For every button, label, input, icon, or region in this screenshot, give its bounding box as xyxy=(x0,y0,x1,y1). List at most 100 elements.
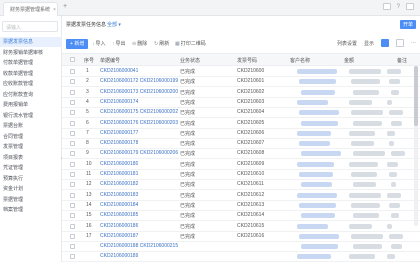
window-icon[interactable] xyxy=(406,3,414,10)
sidebar-item[interactable]: 预算执行 xyxy=(0,174,62,184)
row-code-link[interactable]: CKD2106000178 xyxy=(100,140,138,146)
row-code-link[interactable]: CKD2106000175 CKD2106000202 xyxy=(100,109,178,115)
row-code-link[interactable]: CKD2106000173 CKD2106000200 xyxy=(100,89,178,95)
export-button[interactable]: ↑导出 xyxy=(112,39,126,49)
row-checkbox[interactable] xyxy=(70,69,75,74)
table-row[interactable]: 1 CKD2106000041 已完成 CKD210600 xyxy=(62,67,420,77)
sidebar-item[interactable]: 银行流水管理 xyxy=(0,111,62,121)
row-checkbox[interactable] xyxy=(70,120,75,126)
column-header-code[interactable]: 单据编号 xyxy=(100,57,120,64)
sidebar-search-input[interactable]: 请输入 xyxy=(2,21,58,32)
sidebar-item[interactable]: 财务报销单据审核 xyxy=(0,48,62,58)
tab-close-icon[interactable]: × xyxy=(53,7,56,13)
table-row[interactable]: 16 CKD2106000186 已完成 CKD210615 xyxy=(62,222,420,232)
view-filter-dropdown[interactable]: 全部 ▾ xyxy=(107,21,121,28)
table-row[interactable]: CKD2106000188 CKD2106000215 xyxy=(62,242,420,253)
row-checkbox[interactable] xyxy=(70,141,75,147)
column-header-amount[interactable]: 金额 xyxy=(344,57,354,64)
table-row[interactable]: 8 CKD2106000178 已完成 CKD210607 xyxy=(62,139,420,150)
sidebar-item[interactable]: 票据台账 xyxy=(0,121,62,131)
screenshot-icon[interactable] xyxy=(382,3,391,10)
delete-button[interactable]: ⊖删除 xyxy=(132,39,147,49)
row-checkbox[interactable] xyxy=(70,110,75,116)
table-row[interactable]: 2 CKD2106000172 CKD2106000199 已完成 CKD210601 xyxy=(62,77,420,88)
help-icon[interactable]: ? xyxy=(397,4,400,10)
column-settings-button[interactable]: 列表设置 xyxy=(337,40,357,47)
table-row[interactable]: CKD2106000189 xyxy=(62,252,420,262)
row-code-link[interactable]: CKD2106000176 CKD2106000203 xyxy=(100,120,178,126)
table-row[interactable]: 10 CKD2106000180 已完成 CKD210609 xyxy=(62,160,420,170)
row-checkbox[interactable] xyxy=(70,182,75,188)
sidebar-item[interactable]: 应付账款查询 xyxy=(0,90,62,100)
sidebar-item[interactable]: 付款单据管理 xyxy=(0,58,62,68)
row-checkbox[interactable] xyxy=(70,223,75,229)
table-row[interactable]: 11 CKD2106000181 已完成 CKD210610 xyxy=(62,170,420,180)
row-code-link[interactable]: CKD2106000186 xyxy=(100,223,138,229)
sidebar-item[interactable]: 应收账款管理 xyxy=(0,79,62,89)
sidebar-item[interactable]: 合同管理 xyxy=(0,132,62,142)
list-view-icon[interactable] xyxy=(396,39,404,47)
table-row[interactable]: 5 CKD2106000175 CKD2106000202 已完成 CKD210604 xyxy=(62,108,420,119)
row-code-link[interactable]: CKD2106000187 xyxy=(100,233,138,239)
row-code-link[interactable]: CKD2106000179 CKD2106000206 xyxy=(100,150,178,156)
row-code-link[interactable]: CKD2106000177 xyxy=(100,130,138,136)
row-checkbox[interactable] xyxy=(70,151,75,157)
row-checkbox[interactable] xyxy=(70,213,75,219)
column-header-remark[interactable]: 备注 xyxy=(397,57,407,64)
row-code-link[interactable]: CKD2106000184 xyxy=(100,202,138,208)
sidebar-item[interactable]: 收款单据管理 xyxy=(0,69,62,79)
table-row[interactable]: 4 CKD2106000174 已完成 CKD210603 xyxy=(62,98,420,108)
column-header-status[interactable]: 业务状态 xyxy=(180,57,200,64)
row-checkbox[interactable] xyxy=(70,99,75,105)
sidebar-item[interactable]: 票据管理 xyxy=(0,195,62,205)
refresh-button[interactable]: ↻刷新 xyxy=(154,39,169,49)
column-header-invoice[interactable]: 发票号码 xyxy=(237,57,257,64)
table-row[interactable]: 6 CKD2106000176 CKD2106000203 已完成 CKD210605 xyxy=(62,119,420,129)
table-row[interactable]: 3 CKD2106000173 CKD2106000200 已完成 CKD210602 xyxy=(62,88,420,98)
row-code-link[interactable]: CKD2106000174 xyxy=(100,99,138,105)
sidebar-item[interactable]: 凭证管理 xyxy=(0,163,62,173)
row-checkbox[interactable] xyxy=(70,161,75,167)
row-checkbox[interactable] xyxy=(70,130,75,136)
display-button[interactable]: 显示 xyxy=(364,40,374,47)
table-scrollbar[interactable] xyxy=(414,66,418,226)
row-checkbox[interactable] xyxy=(70,89,75,95)
table-row[interactable]: 13 CKD2106000183 已完成 CKD210612 xyxy=(62,191,420,201)
row-checkbox[interactable] xyxy=(70,233,75,239)
table-row[interactable]: 14 CKD2106000184 已完成 CKD210613 xyxy=(62,201,420,211)
import-button[interactable]: ↓导入 xyxy=(92,39,106,49)
row-code-link[interactable]: CKD2106000180 xyxy=(100,161,138,167)
row-code-link[interactable]: CKD2106000041 xyxy=(100,68,138,74)
column-header-customer[interactable]: 客户名称 xyxy=(290,57,310,64)
sidebar-item[interactable]: 发票管理 xyxy=(0,142,62,152)
sidebar-item[interactable]: 项目报表 xyxy=(0,153,62,163)
more-icon[interactable]: ⋯ xyxy=(411,40,416,46)
row-checkbox[interactable] xyxy=(70,172,75,177)
row-code-link[interactable]: CKD2106000172 CKD2106000199 xyxy=(100,78,178,84)
table-row[interactable]: 9 CKD2106000179 CKD2106000206 已完成 CKD210608 xyxy=(62,149,420,160)
sidebar-item[interactable]: 费用报销单 xyxy=(0,100,62,110)
row-checkbox[interactable] xyxy=(70,254,75,260)
table-row[interactable]: 12 CKD2106000182 已完成 CKD210611 xyxy=(62,180,420,191)
row-code-link[interactable]: CKD2106000182 xyxy=(100,181,138,187)
table-row[interactable]: 17 CKD2106000187 已完成 CKD210616 xyxy=(62,232,420,242)
add-button[interactable]: + 新增 xyxy=(66,39,89,49)
row-checkbox[interactable] xyxy=(70,192,75,198)
sidebar-item[interactable]: 资金计划 xyxy=(0,184,62,194)
sidebar-item[interactable]: 票据发票信息 xyxy=(0,37,62,47)
sidebar-item[interactable]: 档案管理 xyxy=(0,205,62,215)
row-code-link[interactable]: CKD2106000185 xyxy=(100,212,138,218)
table-row[interactable]: 15 CKD2106000185 已完成 CKD210614 xyxy=(62,211,420,222)
column-header-index[interactable]: 序号 xyxy=(84,57,94,64)
select-all-checkbox[interactable] xyxy=(70,57,75,62)
browser-tab[interactable]: 财务票据管理系统 × xyxy=(3,2,58,16)
new-tab-button[interactable]: + xyxy=(63,3,67,10)
row-code-link[interactable]: CKD2106000181 xyxy=(100,171,138,177)
grid-view-icon[interactable] xyxy=(381,39,389,47)
table-row[interactable]: 7 CKD2106000177 已完成 CKD210606 xyxy=(62,129,420,139)
row-code-link[interactable]: CKD2106000183 xyxy=(100,192,138,198)
row-checkbox[interactable] xyxy=(70,79,75,85)
row-code-link[interactable]: CKD2106000188 CKD2106000215 xyxy=(100,243,178,249)
scrollbar-thumb[interactable] xyxy=(414,66,418,126)
row-checkbox[interactable] xyxy=(70,202,75,208)
